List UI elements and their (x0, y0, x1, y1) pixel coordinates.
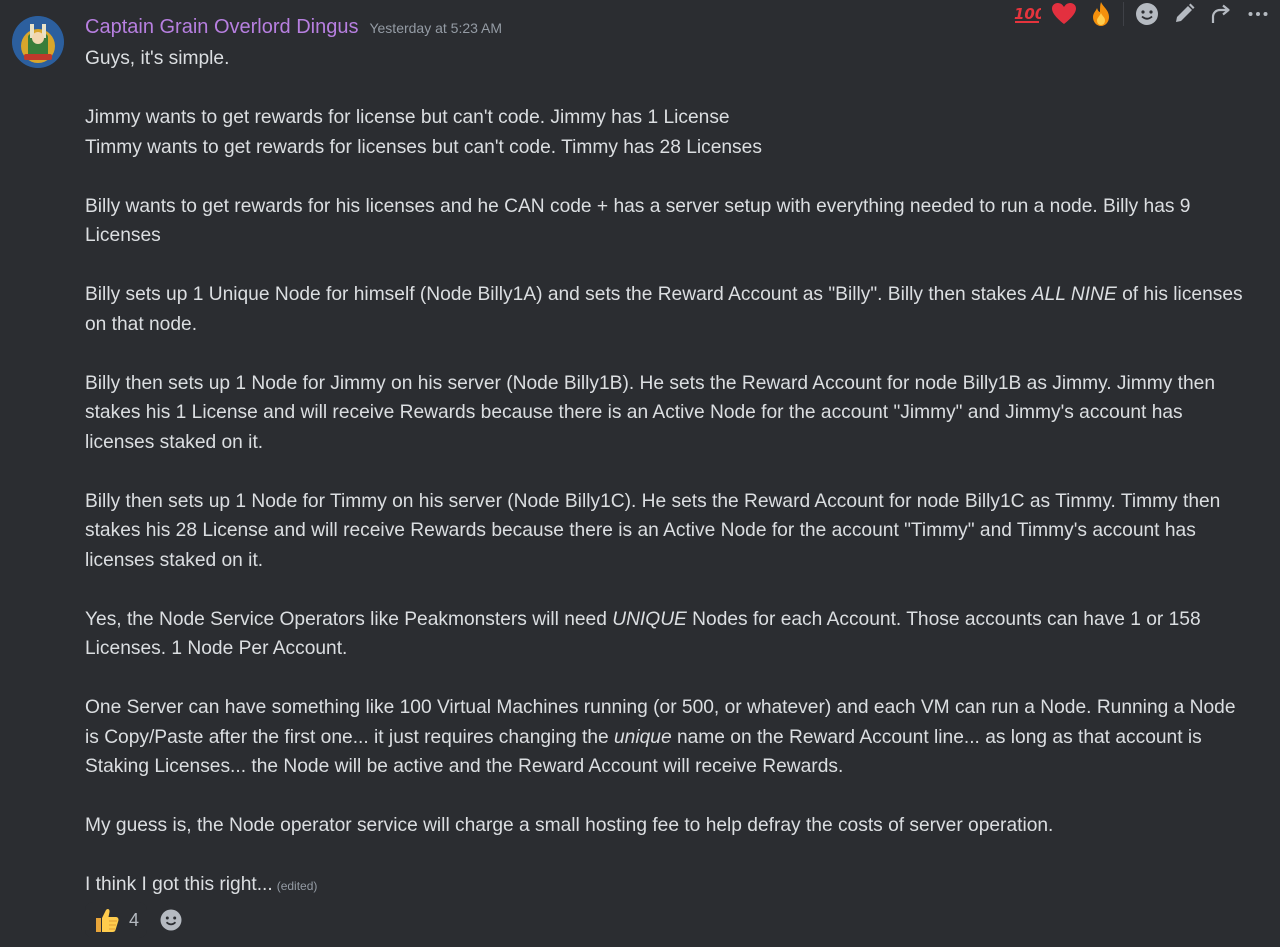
emphasis-text: ALL NINE (1031, 284, 1117, 305)
message-paragraph: Yes, the Node Service Operators like Pea… (85, 608, 1201, 660)
red-heart-emoji-button[interactable] (1045, 0, 1082, 30)
fire-icon (1092, 2, 1109, 26)
message-last-line: I think I got this right... (edited) (85, 874, 318, 895)
edit-message-button[interactable] (1165, 0, 1202, 30)
message-action-toolbar: 100 (1004, 0, 1280, 30)
emphasis-text: unique (614, 726, 672, 748)
reaction-count: 4 (129, 909, 140, 930)
fire-emoji-button[interactable] (1082, 0, 1119, 30)
edit-pencil-icon (1175, 3, 1194, 22)
message-line: Billy wants to get rewards for his licen… (85, 195, 1191, 247)
reply-button[interactable] (1202, 0, 1239, 30)
edited-label[interactable]: (edited) (277, 879, 318, 893)
reaction-bar: 4 (85, 902, 189, 938)
add-reaction-icon (1135, 3, 1158, 25)
reply-arrow-icon (1211, 4, 1230, 23)
message-line: Jimmy wants to get rewards for license b… (85, 107, 730, 128)
message-paragraph: Billy sets up 1 Unique Node for himself … (85, 284, 1243, 335)
red-heart-icon (1051, 3, 1076, 24)
toolbar-divider (1123, 2, 1124, 26)
message-line: My guess is, the Node operator service w… (85, 815, 1054, 836)
message-content: Guys, it's simple. Jimmy wants to get re… (85, 44, 1245, 902)
svg-text:100: 100 (1014, 5, 1041, 23)
more-dots-icon (1248, 12, 1267, 16)
message-line: Billy then sets up 1 Node for Jimmy on h… (85, 372, 1216, 453)
chat-message: Captain Grain Overlord Dingus Yesterday … (0, 0, 1280, 947)
message-line: Timmy wants to get rewards for licenses … (85, 136, 762, 158)
message-timestamp[interactable]: Yesterday at 5:23 AM (369, 20, 502, 36)
add-reaction-button[interactable] (1128, 0, 1165, 30)
add-reaction-button[interactable] (153, 902, 189, 938)
emphasis-text: UNIQUE (612, 608, 687, 630)
more-options-button[interactable] (1239, 0, 1276, 30)
message-line: Guys, it's simple. (85, 48, 230, 69)
message-line: Billy then sets up 1 Node for Timmy on h… (85, 490, 1221, 571)
author-name[interactable]: Captain Grain Overlord Dingus (85, 16, 358, 39)
hundred-points-icon: 100 (1014, 5, 1041, 23)
thumbs-up-icon (96, 908, 119, 932)
message-paragraph: One Server can have something like 100 V… (85, 697, 1236, 777)
hundred-points-emoji-button[interactable]: 100 (1008, 0, 1045, 30)
reaction-thumbs-up[interactable]: 4 (85, 902, 148, 938)
message-header: Captain Grain Overlord Dingus Yesterday … (85, 16, 502, 44)
add-reaction-icon (160, 909, 182, 931)
user-avatar[interactable] (12, 16, 64, 68)
